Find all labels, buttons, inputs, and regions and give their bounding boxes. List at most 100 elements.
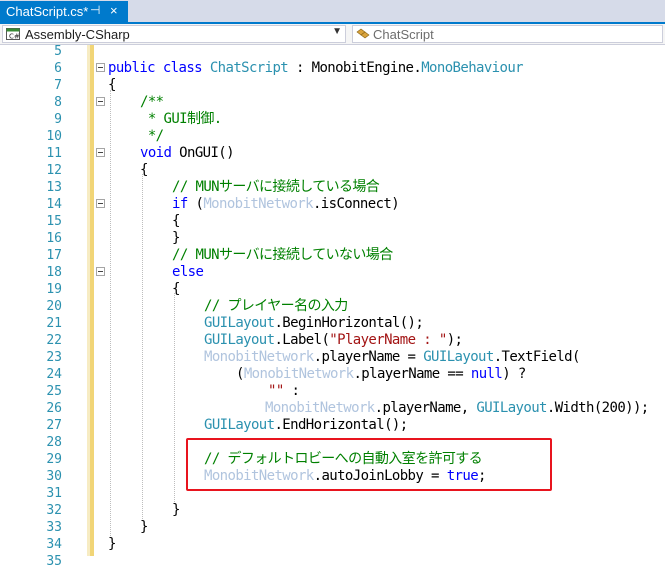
line-number: 29 <box>46 452 62 467</box>
code-line: 14 if (MonobitNetwork.isConnect) <box>0 196 665 213</box>
line-number: 16 <box>46 231 62 246</box>
line-number: 14 <box>46 197 62 212</box>
chevron-down-icon: ▼ <box>332 26 342 37</box>
code-line: 8 /** <box>0 94 665 111</box>
code-line: 17 // MUNサーバに接続していない場合 <box>0 247 665 264</box>
code-editor[interactable]: 5 6 public class ChatScript : MonobitEng… <box>0 43 665 569</box>
code-line: 18 else <box>0 264 665 281</box>
code-text: MonobitNetwork.playerName = GUILayout.Te… <box>204 349 580 365</box>
code-line: 5 <box>0 43 665 60</box>
line-number: 30 <box>46 469 62 484</box>
code-text: "" : <box>268 383 300 399</box>
class-name: ChatScript <box>373 27 434 42</box>
code-text: else <box>172 264 204 280</box>
collapse-icon[interactable] <box>96 267 105 276</box>
navigation-bar: C# Assembly-CSharp ▼ ChatScript <box>0 24 665 45</box>
line-number: 32 <box>46 503 62 518</box>
code-line: 26 MonobitNetwork.playerName, GUILayout.… <box>0 400 665 417</box>
code-line: 19 { <box>0 281 665 298</box>
line-number: 18 <box>46 265 62 280</box>
code-line: 12 { <box>0 162 665 179</box>
code-line: 10 */ <box>0 128 665 145</box>
code-line: 33 } <box>0 519 665 536</box>
code-line: 32 } <box>0 502 665 519</box>
code-text: * GUI制御. <box>140 111 222 127</box>
line-number: 34 <box>46 537 62 552</box>
code-line: 6 public class ChatScript : MonobitEngin… <box>0 60 665 77</box>
code-text: } <box>172 502 180 518</box>
code-line: 7 { <box>0 77 665 94</box>
collapse-icon[interactable] <box>96 97 105 106</box>
collapse-icon[interactable] <box>96 63 105 72</box>
svg-text:C#: C# <box>9 33 20 41</box>
line-number: 9 <box>54 112 62 127</box>
code-line: 34 } <box>0 536 665 553</box>
code-line: 16 } <box>0 230 665 247</box>
code-text: /** <box>140 94 164 110</box>
code-text: */ <box>140 128 164 144</box>
line-number: 27 <box>46 418 62 433</box>
code-text: } <box>140 519 148 535</box>
collapse-icon[interactable] <box>96 148 105 157</box>
code-line: 22 GUILayout.Label("PlayerName : "); <box>0 332 665 349</box>
document-tab-bar: ChatScript.cs* ⊣ × <box>0 0 665 22</box>
line-number: 17 <box>46 248 62 263</box>
close-icon[interactable]: × <box>110 3 118 18</box>
line-number: 21 <box>46 316 62 331</box>
line-number: 5 <box>54 44 62 59</box>
line-number: 19 <box>46 282 62 297</box>
line-number: 33 <box>46 520 62 535</box>
csharp-project-icon: C# <box>6 28 20 40</box>
code-line: 21 GUILayout.BeginHorizontal(); <box>0 315 665 332</box>
collapse-icon[interactable] <box>96 199 105 208</box>
line-number: 12 <box>46 163 62 178</box>
code-text: } <box>108 536 116 552</box>
tab-title: ChatScript.cs* <box>6 4 89 19</box>
code-line: 15 { <box>0 213 665 230</box>
code-text: GUILayout.BeginHorizontal(); <box>204 315 424 331</box>
line-number: 15 <box>46 214 62 229</box>
line-number: 23 <box>46 350 62 365</box>
code-text: MonobitNetwork.playerName, GUILayout.Wid… <box>265 400 649 416</box>
line-number: 8 <box>54 95 62 110</box>
line-number: 24 <box>46 367 62 382</box>
line-number: 31 <box>46 486 62 501</box>
code-text: { <box>140 162 148 178</box>
line-number: 6 <box>54 61 62 76</box>
code-text: if (MonobitNetwork.isConnect) <box>172 196 400 212</box>
line-number: 10 <box>46 129 62 144</box>
line-number: 11 <box>46 146 62 161</box>
code-line: 23 MonobitNetwork.playerName = GUILayout… <box>0 349 665 366</box>
line-number: 22 <box>46 333 62 348</box>
line-number: 25 <box>46 384 62 399</box>
highlight-annotation-box <box>186 438 552 491</box>
project-dropdown[interactable]: C# Assembly-CSharp ▼ <box>2 25 346 43</box>
code-line: 24 (MonobitNetwork.playerName == null) ? <box>0 366 665 383</box>
line-number: 28 <box>46 435 62 450</box>
line-number: 13 <box>46 180 62 195</box>
pin-icon[interactable]: ⊣ <box>90 3 100 17</box>
code-text: } <box>172 230 180 246</box>
line-number: 20 <box>46 299 62 314</box>
code-line: 9 * GUI制御. <box>0 111 665 128</box>
code-text: // MUNサーバに接続していない場合 <box>172 247 393 263</box>
class-icon <box>356 28 370 39</box>
tab-chatscript[interactable]: ChatScript.cs* ⊣ × <box>0 1 128 22</box>
code-text: GUILayout.Label("PlayerName : "); <box>204 332 463 348</box>
line-number: 7 <box>54 78 62 93</box>
project-name: Assembly-CSharp <box>25 27 130 42</box>
code-text: { <box>172 281 180 297</box>
code-line: 13 // MUNサーバに接続している場合 <box>0 179 665 196</box>
code-text: // MUNサーバに接続している場合 <box>172 179 380 195</box>
class-dropdown[interactable]: ChatScript <box>352 25 663 43</box>
line-number: 26 <box>46 401 62 416</box>
code-line: 20 // プレイヤー名の入力 <box>0 298 665 315</box>
code-text: void OnGUI() <box>140 145 235 161</box>
code-text: // プレイヤー名の入力 <box>204 298 348 314</box>
code-text: (MonobitNetwork.playerName == null) ? <box>236 366 526 382</box>
code-line: 27 GUILayout.EndHorizontal(); <box>0 417 665 434</box>
code-line: 25 "" : <box>0 383 665 400</box>
code-text: { <box>172 213 180 229</box>
code-text: GUILayout.EndHorizontal(); <box>204 417 408 433</box>
code-text: public class ChatScript : MonobitEngine.… <box>108 60 524 76</box>
